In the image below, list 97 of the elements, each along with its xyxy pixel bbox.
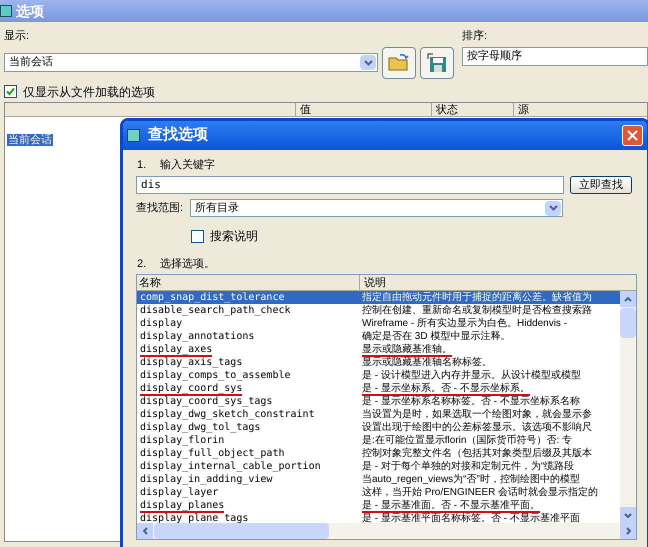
dropdown-arrow-icon[interactable]	[360, 55, 376, 70]
option-description: 控制在创建、重新命名或复制模型时是否检查搜索路	[361, 304, 592, 317]
keyword-field[interactable]: dis	[136, 176, 564, 194]
open-folder-button[interactable]	[382, 46, 416, 78]
option-description: 确定是否在 3D 模型中显示注释。	[361, 330, 510, 343]
option-name: display_coord_sys_tags	[139, 395, 274, 408]
option-name: display_in_adding_view	[139, 473, 274, 486]
option-row[interactable]: display_coord_sys_tags 是 - 显示坐标系名称标签。否 - 不显示坐标系名称	[137, 395, 620, 408]
tree-item[interactable]: 当前会话	[7, 134, 53, 146]
option-name: disable_search_path_check	[139, 304, 292, 317]
option-name: display_full_object_path	[139, 447, 286, 460]
option-row[interactable]: disable_search_path_check 控制在创建、重新命名或复制模型时是否检查搜索路	[137, 304, 620, 317]
column-header: 状态	[431, 102, 513, 116]
step-number: 1.	[136, 158, 148, 173]
option-name: display_plane_tags	[139, 512, 250, 523]
close-icon	[627, 130, 638, 141]
option-description: 是 - 显示基准平面名称标签。否 - 不显示基准平面	[361, 512, 580, 523]
option-description: 显示或隐藏基准轴名称标签。	[361, 356, 492, 369]
option-row[interactable]: display_annotations 确定是否在 3D 模型中显示注释。	[137, 330, 620, 343]
option-row[interactable]: display_coord_sys 是 - 显示坐标系。否 - 不显示坐标系。	[137, 382, 620, 395]
option-row[interactable]: display_in_adding_view 当auto_regen_views为“否”时，控制绘图中的模型	[137, 473, 620, 486]
option-row[interactable]: display_planes 是 - 显示基准面。否 - 不显示基准平面。	[137, 499, 620, 512]
option-name: display_florin	[139, 434, 226, 447]
step-label: 选择选项。	[160, 256, 215, 272]
option-row[interactable]: display_dwg_sketch_constraint 当设置为是时，如果选取一个绘图对象，就会显示参	[137, 408, 620, 421]
column-header: 说明	[359, 275, 636, 290]
column-header: 值	[295, 102, 431, 116]
folder-icon	[388, 54, 410, 72]
option-row[interactable]: display_florin 是:在可能位置显示florin（国际货币符号）否: 专	[137, 434, 620, 447]
scroll-left-icon[interactable]	[142, 527, 148, 535]
option-row[interactable]: display_full_object_path 控制对象完整文件名（包括其对象类型后缀及其版本	[137, 447, 620, 460]
option-row[interactable]: display Wireframe - 所有实边显示为白色。Hiddenvis -	[137, 317, 620, 330]
scroll-right-icon[interactable]	[626, 527, 630, 535]
step-label: 输入关键字	[160, 158, 215, 173]
scroll-up-icon[interactable]	[624, 296, 632, 302]
option-description: 是 - 显示坐标系。否 - 不显示坐标系。	[361, 382, 530, 395]
option-row[interactable]: display_internal_cable_portion 是 - 对于每个单独的对接和定制元件，为“缆路段	[137, 460, 620, 473]
column-header: 名称	[138, 276, 162, 290]
save-button[interactable]	[420, 46, 454, 78]
option-name: display_axis_tags	[139, 356, 244, 369]
option-name: display	[139, 317, 184, 330]
floppy-disk-icon	[426, 52, 448, 72]
checkbox-label: 搜索说明	[210, 228, 258, 245]
option-description: 当auto_regen_views为“否”时，控制绘图中的模型	[361, 473, 580, 486]
option-description: 是 - 对于每个单独的对接和定制元件，为“缆路段	[361, 460, 574, 473]
option-name: display_dwg_sketch_constraint	[139, 408, 316, 421]
scope-dropdown[interactable]: 所有目录	[190, 199, 563, 217]
option-description: 这样，当开始 Pro/ENGINEER 会话时就会显示指定的	[361, 486, 598, 499]
option-name: display_coord_sys	[139, 382, 244, 395]
option-description: 是 - 显示基准面。否 - 不显示基准平面。	[361, 499, 540, 512]
scroll-down-icon[interactable]	[624, 512, 632, 518]
option-description: Wireframe - 所有实边显示为白色。Hiddenvis -	[361, 317, 568, 330]
option-description: 控制对象完整文件名（包括其对象类型后缀及其版本	[361, 447, 592, 460]
option-name: display_comps_to_assemble	[139, 369, 292, 382]
display-dropdown[interactable]: 当前会话	[4, 53, 378, 72]
window-title: 选项	[16, 2, 44, 20]
sort-label: 排序:	[462, 28, 488, 44]
dialog-title: 查找选项	[148, 125, 208, 146]
option-name: display_internal_cable_portion	[139, 460, 322, 473]
option-row[interactable]: display_axis_tags 显示或隐藏基准轴名称标签。	[137, 356, 620, 369]
dropdown-arrow-icon[interactable]	[545, 200, 561, 216]
option-name: display_dwg_tol_tags	[139, 421, 262, 434]
horizontal-scrollbar[interactable]	[137, 523, 636, 539]
option-description: 指定自由拖动元件时用于捕捉的距离公差。缺省值为	[361, 291, 592, 304]
checkbox[interactable]	[4, 85, 17, 98]
option-description: 当设置为是时，如果选取一个绘图对象，就会显示参	[361, 408, 592, 421]
search-now-button[interactable]: 立即查找	[570, 176, 632, 194]
scope-label: 查找范围:	[136, 200, 184, 216]
option-description: 是 - 显示坐标系名称标签。否 - 不显示坐标系名称	[361, 395, 580, 408]
option-name: display_axes	[139, 343, 214, 356]
sort-field[interactable]: 按字母顺序	[462, 46, 648, 66]
vertical-scrollbar[interactable]	[620, 291, 636, 523]
step-number: 2.	[136, 256, 148, 272]
option-row[interactable]: display_axes 显示或隐藏基准轴。	[137, 343, 620, 356]
option-name: comp_snap_dist_tolerance	[139, 291, 286, 304]
option-description: 设置出现于绘图中的公差标签显示。该选项不影响尺	[361, 421, 592, 434]
scroll-thumb[interactable]	[154, 523, 329, 539]
option-row[interactable]: display_plane_tags 是 - 显示基准平面名称标签。否 - 不显示基准平面	[137, 512, 620, 523]
dialog-icon	[127, 129, 140, 142]
checkbox-label: 仅显示从文件加载的选项	[23, 84, 155, 100]
display-label: 显示:	[4, 29, 30, 44]
check-icon	[6, 87, 15, 96]
option-name: display_annotations	[139, 330, 256, 343]
checkbox[interactable]	[191, 230, 204, 242]
column-header: 源	[513, 102, 647, 116]
scroll-thumb[interactable]	[620, 308, 636, 338]
option-row[interactable]: display_dwg_tol_tags 设置出现于绘图中的公差标签显示。该选项不影响尺	[137, 421, 620, 434]
option-row[interactable]: display_comps_to_assemble 是 - 设计模型进入内存并显示。从设计模型或模型	[137, 369, 620, 382]
option-name: display_planes	[139, 499, 226, 512]
option-row[interactable]: comp_snap_dist_tolerance 指定自由拖动元件时用于捕捉的距离公差。缺省值为	[137, 291, 620, 304]
close-button[interactable]	[622, 125, 643, 146]
option-row[interactable]: display_layer 这样，当开始 Pro/ENGINEER 会话时就会显示指定的	[137, 486, 620, 499]
window-icon	[0, 5, 12, 17]
option-description: 是:在可能位置显示florin（国际货币符号）否: 专	[361, 434, 572, 447]
option-description: 显示或隐藏基准轴。	[361, 343, 452, 356]
option-name: display_layer	[139, 486, 220, 499]
option-description: 是 - 设计模型进入内存并显示。从设计模型或模型	[361, 369, 581, 382]
